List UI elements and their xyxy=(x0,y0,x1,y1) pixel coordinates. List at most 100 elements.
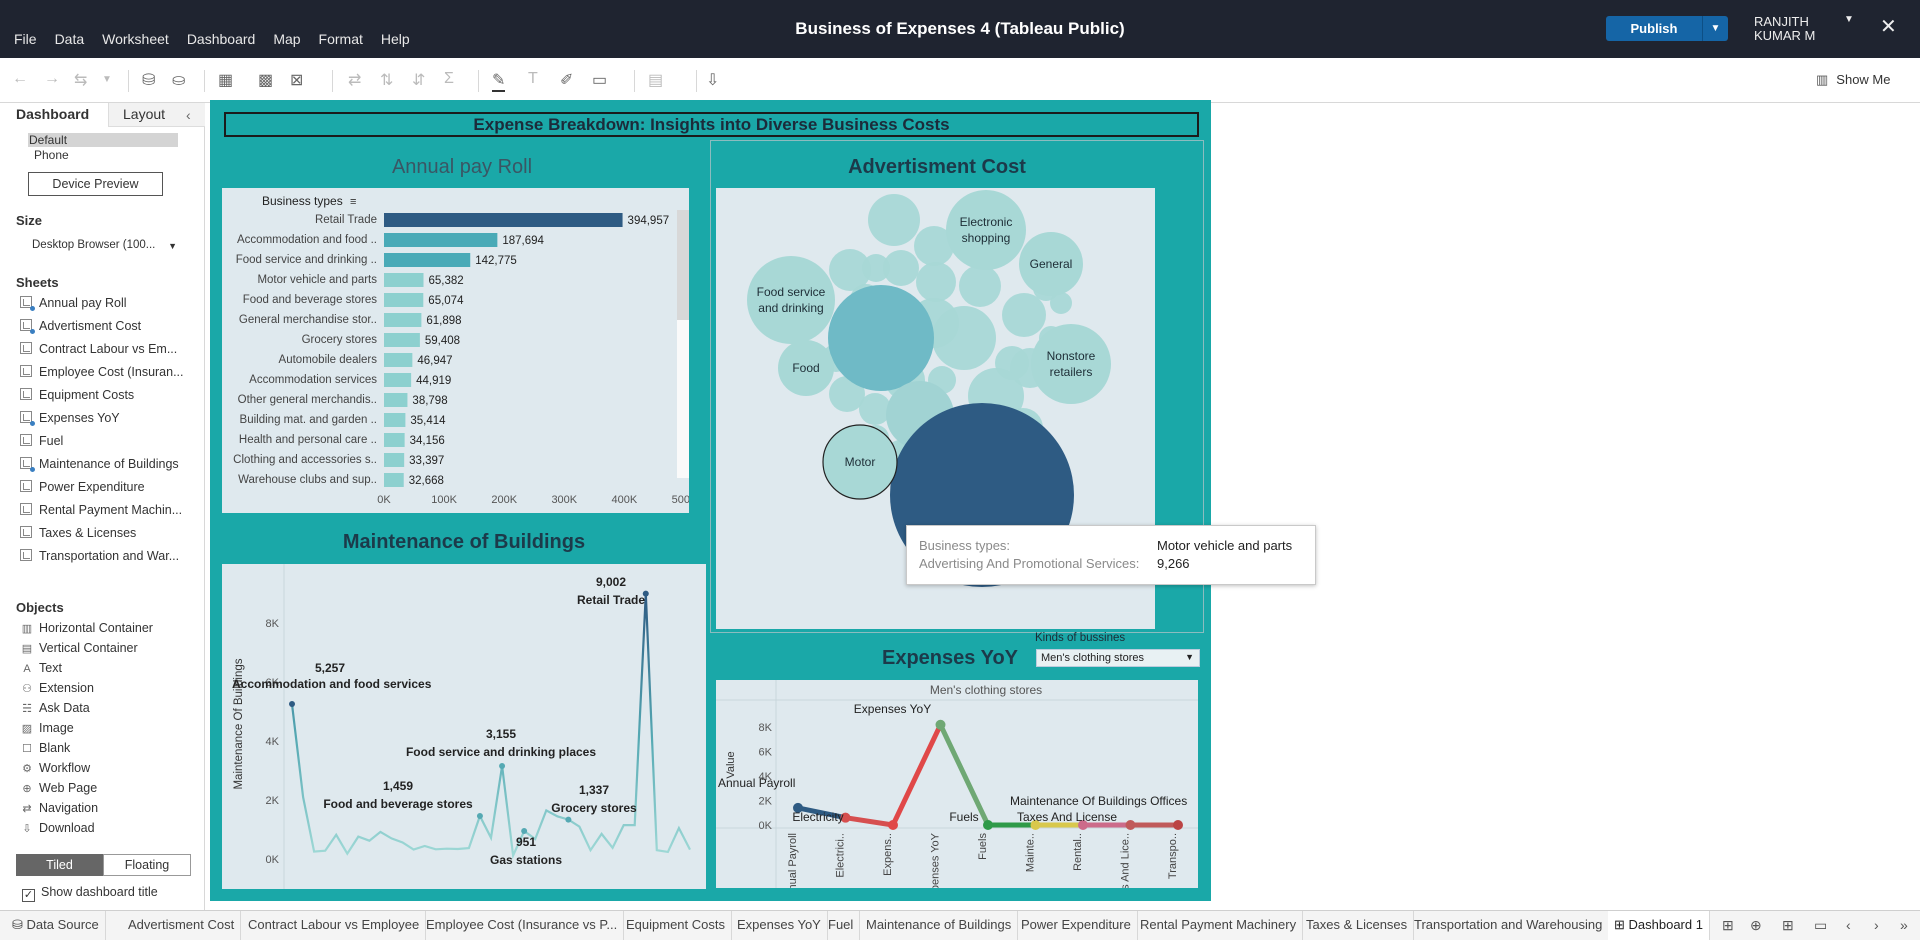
bar[interactable] xyxy=(384,413,406,427)
sort-icon[interactable]: ≡ xyxy=(350,196,356,208)
object-item[interactable]: ⇩ Download xyxy=(20,821,94,839)
labeled-bubble[interactable] xyxy=(747,256,835,344)
sheet-item[interactable]: Rental Payment Machin... xyxy=(20,503,204,521)
bubble[interactable] xyxy=(959,265,1001,307)
data-point[interactable] xyxy=(499,763,506,770)
labeled-bubble[interactable] xyxy=(1031,324,1111,404)
yoy-line-segment[interactable] xyxy=(890,722,943,828)
replay-dropdown-icon[interactable]: ▼ xyxy=(102,74,112,85)
object-item[interactable]: ▥ Horizontal Container xyxy=(20,621,153,639)
data-point[interactable] xyxy=(935,719,946,730)
bar[interactable] xyxy=(384,373,412,387)
sheet-item[interactable]: Employee Cost (Insuran... xyxy=(20,365,204,383)
sort-ascending-icon[interactable]: ⇅ xyxy=(380,70,393,90)
new-story-icon[interactable]: ▭ xyxy=(1814,917,1827,934)
scroll-right-icon[interactable]: › xyxy=(1874,917,1879,933)
sheet-item[interactable]: Power Expenditure xyxy=(20,480,204,498)
object-item[interactable]: ▨ Image xyxy=(20,721,74,739)
clear-sheet-icon[interactable]: ⊠ xyxy=(290,70,303,90)
new-dashboard-icon[interactable]: ⊞ xyxy=(1782,917,1794,934)
object-item[interactable]: A Text xyxy=(20,661,62,679)
data-point[interactable] xyxy=(1125,820,1136,830)
totals-icon[interactable]: Σ xyxy=(444,70,454,88)
duplicate-sheet-icon[interactable]: ▩ xyxy=(258,70,273,90)
tab-overflow-icon[interactable]: ⊞ xyxy=(1722,917,1734,934)
sheet-tab[interactable]: Fuel xyxy=(822,911,861,940)
publish-dropdown-icon[interactable]: ▼ xyxy=(1702,16,1728,41)
size-select[interactable]: Desktop Browser (100... ▼ xyxy=(32,239,177,251)
show-cards-icon[interactable]: ▤ xyxy=(648,70,663,90)
sheet-item[interactable]: Maintenance of Buildings xyxy=(20,457,204,475)
undo-icon[interactable]: ← xyxy=(12,70,28,88)
labels-icon[interactable]: T xyxy=(528,70,538,88)
object-item[interactable]: ⇄ Navigation xyxy=(20,801,98,819)
data-point[interactable] xyxy=(983,820,993,830)
expenses-yoy-chart[interactable]: Men's clothing stores 0K 2K 4K 6K 8K Value Annu… xyxy=(716,680,1198,888)
sheet-tab[interactable]: Equipment Costs xyxy=(620,911,732,940)
maintenance-chart[interactable]: 0K 2K 4K 6K 8K Maintenance Of Buildings 5,257 A… xyxy=(222,564,706,889)
close-icon[interactable]: ✕ xyxy=(1880,14,1897,39)
sheet-item[interactable]: Advertisment Cost xyxy=(20,319,204,337)
new-data-source-icon[interactable]: ⛁ xyxy=(142,70,155,90)
sheet-item[interactable]: Taxes & Licenses xyxy=(20,526,204,544)
new-worksheet-icon[interactable]: ⊕ xyxy=(1750,917,1762,934)
device-phone[interactable]: Phone xyxy=(34,148,69,162)
bar[interactable] xyxy=(384,473,404,487)
tab-dashboard-1[interactable]: ⊞ Dashboard 1 xyxy=(1608,911,1710,940)
replay-icon[interactable]: ⇆ xyxy=(74,70,87,90)
publish-button[interactable]: Publish ▼ xyxy=(1606,16,1728,41)
sheet-tab[interactable]: Contract Labour vs Employee xyxy=(242,911,427,940)
sheet-item[interactable]: Equipment Costs xyxy=(20,388,204,406)
tab-dashboard[interactable]: Dashboard xyxy=(0,103,108,127)
bar[interactable] xyxy=(384,213,623,227)
swap-icon[interactable]: ⇄ xyxy=(348,70,361,90)
sheet-item[interactable]: Contract Labour vs Em... xyxy=(20,342,204,360)
data-point[interactable] xyxy=(888,820,898,830)
bubble[interactable] xyxy=(828,285,934,391)
data-point[interactable] xyxy=(565,816,572,823)
bar[interactable] xyxy=(384,253,471,267)
data-point[interactable] xyxy=(1173,820,1183,830)
bar[interactable] xyxy=(384,313,422,327)
bar[interactable] xyxy=(384,393,408,407)
tab-data-source[interactable]: ⛁ Data Source xyxy=(6,911,106,940)
user-dropdown-icon[interactable]: ▼ xyxy=(1844,14,1854,25)
bubble[interactable] xyxy=(883,250,919,286)
bar[interactable] xyxy=(384,433,405,447)
sort-descending-icon[interactable]: ⇵ xyxy=(412,70,425,90)
presentation-mode-icon[interactable]: ⇩ xyxy=(706,70,719,90)
device-default[interactable]: Default xyxy=(28,133,178,147)
new-worksheet-icon[interactable]: ▦ xyxy=(218,70,233,90)
user-account[interactable]: RANJITH KUMAR M xyxy=(1754,15,1815,43)
dashboard-title[interactable]: Expense Breakdown: Insights into Diverse… xyxy=(224,112,1199,137)
business-kind-filter[interactable]: Men's clothing stores ▼ xyxy=(1036,649,1200,667)
sheet-item[interactable]: Transportation and War... xyxy=(20,549,204,567)
labeled-bubble[interactable] xyxy=(946,190,1026,270)
sheet-tab[interactable]: Advertisment Cost xyxy=(122,911,242,940)
scrollbar-thumb[interactable] xyxy=(677,210,689,320)
bubble[interactable] xyxy=(1002,293,1046,337)
object-item[interactable]: ⚇ Extension xyxy=(20,681,94,699)
sheet-tab[interactable]: Expenses YoY xyxy=(731,911,828,940)
data-point[interactable] xyxy=(476,812,483,819)
bar[interactable] xyxy=(384,333,420,347)
sheet-tab[interactable]: Transportation and Warehousing xyxy=(1408,911,1610,940)
bar[interactable] xyxy=(384,233,498,247)
bar[interactable] xyxy=(384,453,405,467)
device-preview-button[interactable]: Device Preview xyxy=(28,172,163,196)
sheet-tab[interactable]: Power Expenditure xyxy=(1015,911,1138,940)
pause-updates-icon[interactable]: ⛀ xyxy=(172,70,185,90)
object-item[interactable]: ☵ Ask Data xyxy=(20,701,90,719)
data-point[interactable] xyxy=(521,827,528,834)
format-icon[interactable]: ✐ xyxy=(560,70,573,90)
fit-icon[interactable]: ▭ xyxy=(592,70,607,90)
data-point[interactable] xyxy=(289,701,295,708)
bubble[interactable] xyxy=(916,262,956,302)
redo-icon[interactable]: → xyxy=(44,70,60,88)
object-item[interactable]: ☐ Blank xyxy=(20,741,70,759)
sheet-tab[interactable]: Rental Payment Machinery xyxy=(1134,911,1304,940)
object-item[interactable]: ⊕ Web Page xyxy=(20,781,97,799)
sheet-item[interactable]: Fuel xyxy=(20,434,204,452)
show-title-checkbox[interactable]: ✓ Show dashboard title xyxy=(22,885,158,902)
yoy-line-segment[interactable] xyxy=(843,815,896,828)
